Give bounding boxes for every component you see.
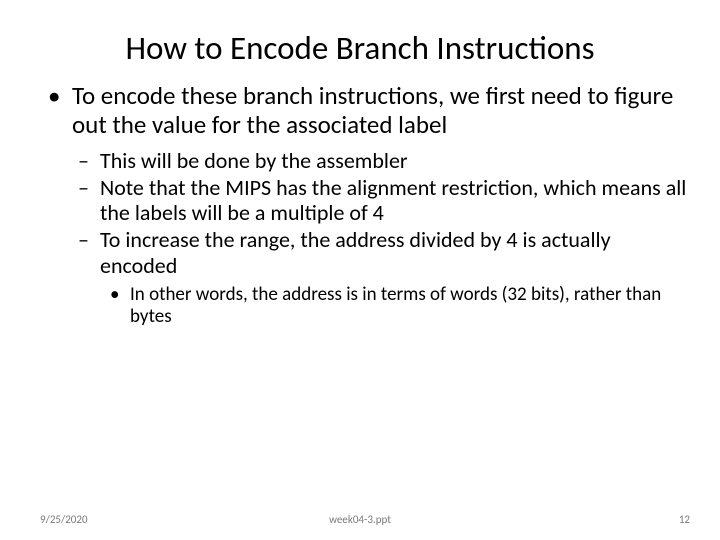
list-item: Note that the MIPS has the alignment res…: [100, 175, 690, 226]
bullet-list-level3: In other words, the address is in terms …: [100, 284, 690, 329]
bullet-text: This will be done by the assembler: [100, 147, 408, 174]
footer-date: 9/25/2020: [40, 513, 88, 526]
slide-title: How to Encode Branch Instructions: [30, 28, 690, 68]
bullet-text: Note that the MIPS has the alignment res…: [100, 174, 686, 226]
list-item: In other words, the address is in terms …: [130, 284, 690, 329]
bullet-text: In other words, the address is in terms …: [130, 283, 661, 328]
list-item: To encode these branch instructions, we …: [72, 82, 690, 329]
bullet-text: To increase the range, the address divid…: [100, 226, 611, 278]
list-item: This will be done by the assembler: [100, 148, 690, 173]
bullet-list-level1: To encode these branch instructions, we …: [30, 82, 690, 329]
footer-page-number: 12: [679, 513, 690, 526]
bullet-text: To encode these branch instructions, we …: [72, 80, 673, 140]
bullet-list-level2: This will be done by the assembler Note …: [72, 148, 690, 329]
footer-filename: week04-3.ppt: [329, 513, 391, 526]
list-item: To increase the range, the address divid…: [100, 227, 690, 328]
